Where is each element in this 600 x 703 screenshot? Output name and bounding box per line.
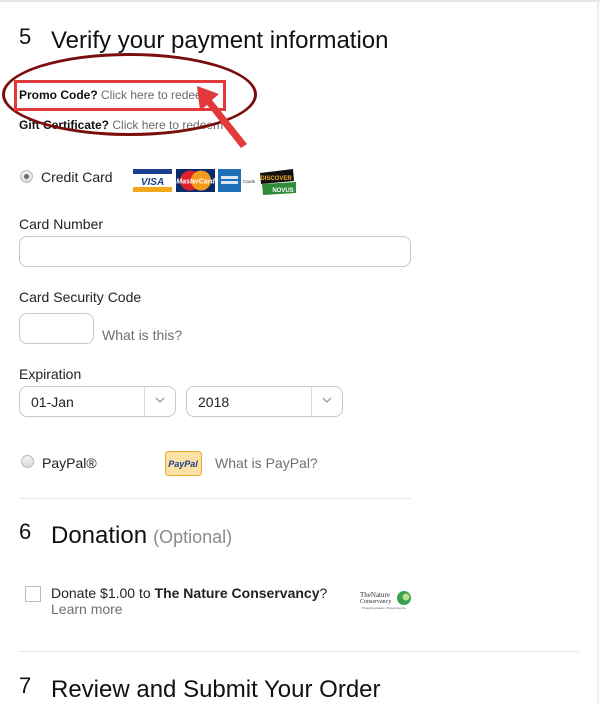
expiration-year-value: 2018 (198, 394, 230, 410)
donation-checkbox[interactable] (25, 586, 41, 602)
gift-certificate-label: Gift Certificate? (19, 118, 110, 132)
section-title-payment: Verify your payment information (51, 27, 389, 54)
svg-text:NOVUS: NOVUS (272, 188, 293, 194)
paypal-radio[interactable] (21, 455, 34, 468)
svg-text:MasterCard: MasterCard (176, 179, 215, 186)
nature-conservancy-logo-icon: TheNature Conservancy Protecting nature.… (360, 591, 411, 610)
card-number-input[interactable] (19, 236, 411, 267)
select-divider (144, 387, 145, 416)
svg-text:Protecting nature. Preserving: Protecting nature. Preserving life. (362, 606, 407, 610)
step-number-7: 7 (19, 673, 32, 698)
paypal-label: PayPal® (42, 455, 97, 471)
paypal-logo-icon: PayPal (165, 451, 202, 476)
amex-logo-icon: Cards (218, 169, 256, 192)
top-divider (0, 0, 600, 2)
expiration-month-select[interactable]: 01-Jan (19, 386, 176, 417)
credit-card-radio[interactable] (20, 170, 33, 183)
security-code-input[interactable] (19, 313, 94, 344)
gift-certificate-row: Gift Certificate? Click here to redeem (19, 118, 223, 132)
learn-more-link[interactable]: Learn more (51, 601, 123, 617)
step-number-5: 5 (19, 24, 32, 49)
svg-text:DISCOVER: DISCOVER (260, 176, 292, 182)
svg-text:Cards: Cards (243, 179, 256, 184)
section-title-review: Review and Submit Your Order (51, 676, 381, 703)
donation-title: Donation (51, 522, 148, 549)
svg-text:Conservancy: Conservancy (360, 599, 391, 605)
right-border (597, 0, 599, 703)
visa-logo-icon: VISA (133, 169, 172, 192)
promo-code-row: Promo Code? Click here to redeem (19, 88, 212, 102)
donation-org: The Nature Conservancy (154, 585, 320, 601)
section-divider (19, 498, 411, 499)
chevron-down-icon (155, 397, 165, 403)
optional-tag: (Optional) (153, 527, 233, 547)
donation-prefix: Donate $1.00 to (51, 585, 155, 601)
expiration-month-value: 01-Jan (31, 394, 74, 410)
select-divider (311, 387, 312, 416)
promo-code-label: Promo Code? (19, 88, 98, 102)
promo-code-redeem-link[interactable]: Click here to redeem (101, 88, 212, 102)
expiration-label: Expiration (19, 366, 82, 382)
expiration-year-select[interactable]: 2018 (186, 386, 343, 417)
security-code-label: Card Security Code (19, 289, 142, 305)
mastercard-logo-icon: MasterCard (176, 169, 215, 192)
donation-text: Donate $1.00 to The Nature Conservancy? (51, 585, 327, 601)
card-number-label: Card Number (19, 216, 104, 232)
chevron-down-icon (322, 397, 332, 403)
svg-text:PayPal: PayPal (168, 459, 198, 469)
discover-novus-logo-icon: DISCOVER NOVUS (260, 169, 296, 195)
donation-suffix: ? (319, 585, 328, 601)
credit-card-label: Credit Card (41, 169, 113, 185)
step-number-6: 6 (19, 519, 32, 544)
paypal-help-link[interactable]: What is PayPal? (215, 455, 318, 471)
section-divider (19, 651, 579, 652)
section-title-donation: Donation (Optional) (51, 522, 232, 550)
svg-text:VISA: VISA (141, 177, 164, 188)
gift-certificate-redeem-link[interactable]: Click here to redeem (112, 118, 223, 132)
security-code-help-link[interactable]: What is this? (102, 327, 182, 343)
svg-text:TheNature: TheNature (360, 591, 390, 599)
